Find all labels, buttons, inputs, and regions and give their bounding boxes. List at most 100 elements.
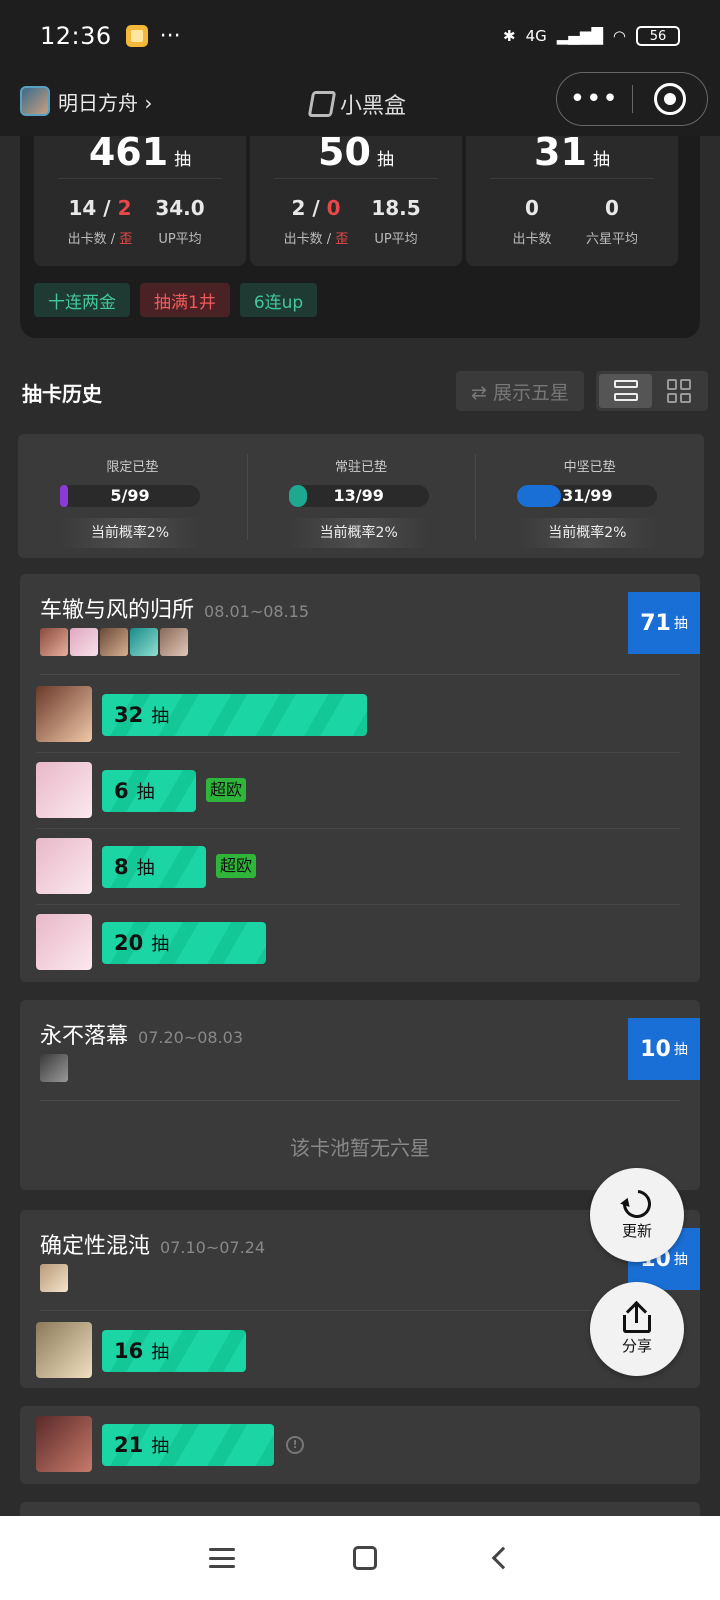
tag-streak-up[interactable]: 6连up xyxy=(239,283,318,317)
close-program-button[interactable] xyxy=(633,83,708,115)
operator-avatar xyxy=(36,838,92,894)
stat-box-limited: 461 抽 14 / 2 出卡数 / 歪 34.0 UP平均 xyxy=(34,133,246,266)
pull-row[interactable]: 8抽 超欧 xyxy=(36,828,680,904)
pool-operator-thumbnails xyxy=(40,1264,68,1292)
operator-thumbnail xyxy=(40,1054,68,1082)
pull-count-bar: 16 抽 xyxy=(102,1330,246,1372)
app-title: 小黑盒 xyxy=(307,88,407,120)
pull-unit: 抽 xyxy=(174,150,192,170)
pull-count-bar: 21 抽 xyxy=(102,1424,274,1466)
pool-card[interactable]: 车辙与风的归所 08.01~08.15 71 抽 32 抽 6抽 超欧 8抽 超欧 2… xyxy=(20,574,700,982)
pity-core: 中坚已垫 31/99 当前概率2% xyxy=(475,434,704,558)
operator-thumbnail xyxy=(40,1264,68,1292)
pool-date: 07.10~07.24 xyxy=(160,1238,266,1257)
pull-row[interactable]: 21 抽 ! xyxy=(36,1406,680,1482)
back-icon[interactable] xyxy=(491,1546,515,1570)
operator-avatar xyxy=(36,686,92,742)
six-star-average: 0 六星平均 xyxy=(585,196,638,247)
pool-card[interactable]: 永不落幕 07.20~08.03 10 抽 该卡池暂无六星 xyxy=(20,1000,700,1190)
list-view-icon xyxy=(613,380,638,402)
pull-unit: 抽 xyxy=(376,150,394,170)
pool-date: 07.20~08.03 xyxy=(138,1028,244,1047)
refresh-label: 更新 xyxy=(621,1221,652,1240)
lucky-badge: 超欧 xyxy=(216,854,257,878)
system-nav-bar xyxy=(0,1516,720,1600)
mini-program-capsule: ••• xyxy=(556,72,708,126)
info-icon[interactable]: ! xyxy=(286,1436,304,1454)
pull-row[interactable]: 6抽 超欧 xyxy=(36,752,680,828)
pull-row[interactable]: 32 抽 xyxy=(36,676,680,752)
history-title: 抽卡历史 xyxy=(22,382,102,406)
grid-view-button[interactable] xyxy=(652,374,705,408)
share-button[interactable]: 分享 xyxy=(590,1282,684,1376)
total-pulls: 461 xyxy=(88,130,169,174)
tag-ten-pull-two-gold[interactable]: 十连两金 xyxy=(34,283,130,317)
pull-count-bar: 32 抽 xyxy=(102,694,367,736)
summary-card: 461 抽 14 / 2 出卡数 / 歪 34.0 UP平均 50 抽 2 / 0 … xyxy=(20,133,700,338)
refresh-icon xyxy=(617,1183,657,1224)
pool-total-badge: 10 抽 xyxy=(628,1018,700,1080)
up-average: 34.0 UP平均 xyxy=(155,196,205,247)
list-view-button[interactable] xyxy=(599,374,652,408)
xiaoheihe-logo-icon xyxy=(307,91,337,117)
view-mode-toggle xyxy=(596,371,708,411)
stat-box-core: 31 抽 0 出卡数 0 六星平均 xyxy=(466,133,678,266)
refresh-button[interactable]: 更新 xyxy=(590,1168,684,1262)
share-icon xyxy=(623,1300,651,1333)
total-pulls: 31 xyxy=(534,130,587,174)
pity-limited: 限定已垫 5/99 当前概率2% xyxy=(18,434,247,558)
empty-pool-message: 该卡池暂无六星 xyxy=(290,1136,430,1160)
bluetooth-icon: ✱ xyxy=(503,27,516,45)
more-menu-button[interactable]: ••• xyxy=(557,84,632,114)
stat-box-standard: 50 抽 2 / 0 出卡数 / 歪 18.5 UP平均 xyxy=(250,133,462,266)
operator-avatar xyxy=(36,1416,92,1472)
share-label: 分享 xyxy=(621,1336,652,1355)
signal-icon: ▂▄▆█ xyxy=(556,27,603,45)
notification-app-icon xyxy=(125,25,148,47)
pool-total-badge: 71 抽 xyxy=(628,592,700,654)
operator-avatar xyxy=(36,762,92,818)
achievement-tags: 十连两金 抽满1井 6连up xyxy=(34,283,318,317)
game-switcher[interactable]: 明日方舟 › xyxy=(20,86,152,116)
battery-icon: 56 xyxy=(636,26,680,46)
operator-avatar xyxy=(36,914,92,970)
operator-thumbnail xyxy=(130,628,158,656)
pool-name: 确定性混沌 xyxy=(40,1234,151,1259)
pity-panel: 限定已垫 5/99 当前概率2% 常驻已垫 13/99 当前概率2% 中坚已垫 … xyxy=(18,434,704,558)
app-name: 小黑盒 xyxy=(340,94,407,119)
pool-card[interactable]: 21 抽 ! xyxy=(20,1406,700,1484)
mini-program-header: 明日方舟 › 小黑盒 ••• xyxy=(0,72,720,136)
pull-row[interactable]: 20 抽 xyxy=(36,904,680,980)
pull-unit: 抽 xyxy=(592,150,610,170)
menu-icon[interactable] xyxy=(209,1548,235,1568)
status-indicators: ✱ 4G ▂▄▆█ ◠ 56 xyxy=(503,26,680,46)
tag-full-spark[interactable]: 抽满1井 xyxy=(140,283,230,317)
target-icon xyxy=(653,83,686,115)
pull-count-bar: 20 抽 xyxy=(102,922,266,964)
game-name: 明日方舟 › xyxy=(58,90,153,115)
wifi-icon: ◠ xyxy=(612,27,626,45)
total-pulls: 50 xyxy=(318,130,371,174)
network-type: 4G xyxy=(525,27,547,45)
grid-view-icon xyxy=(666,379,691,403)
pool-operator-thumbnails xyxy=(40,1054,68,1082)
operator-thumbnail xyxy=(40,628,68,656)
pull-count-bar: 8抽 xyxy=(102,846,206,888)
pool-operator-thumbnails xyxy=(40,628,188,656)
status-time: 12:36 xyxy=(40,22,112,50)
lucky-badge: 超欧 xyxy=(206,778,247,802)
operator-thumbnail xyxy=(100,628,128,656)
pull-row[interactable]: 16 抽 xyxy=(36,1312,680,1388)
pool-date: 08.01~08.15 xyxy=(204,602,310,621)
pull-count-bar: 6抽 xyxy=(102,770,196,812)
game-avatar xyxy=(20,86,50,116)
status-bar: 12:36 ··· ✱ 4G ▂▄▆█ ◠ 56 xyxy=(0,0,720,72)
more-notifications-icon: ··· xyxy=(159,23,181,49)
up-average: 18.5 UP平均 xyxy=(371,196,421,247)
pool-name: 永不落幕 xyxy=(40,1024,129,1049)
operator-avatar xyxy=(36,1322,92,1378)
pool-name: 车辙与风的归所 xyxy=(40,598,195,623)
home-icon[interactable] xyxy=(353,1546,377,1570)
pity-standard: 常驻已垫 13/99 当前概率2% xyxy=(246,434,476,558)
show-five-star-toggle[interactable]: ⇄ 展示五星 xyxy=(456,371,584,411)
